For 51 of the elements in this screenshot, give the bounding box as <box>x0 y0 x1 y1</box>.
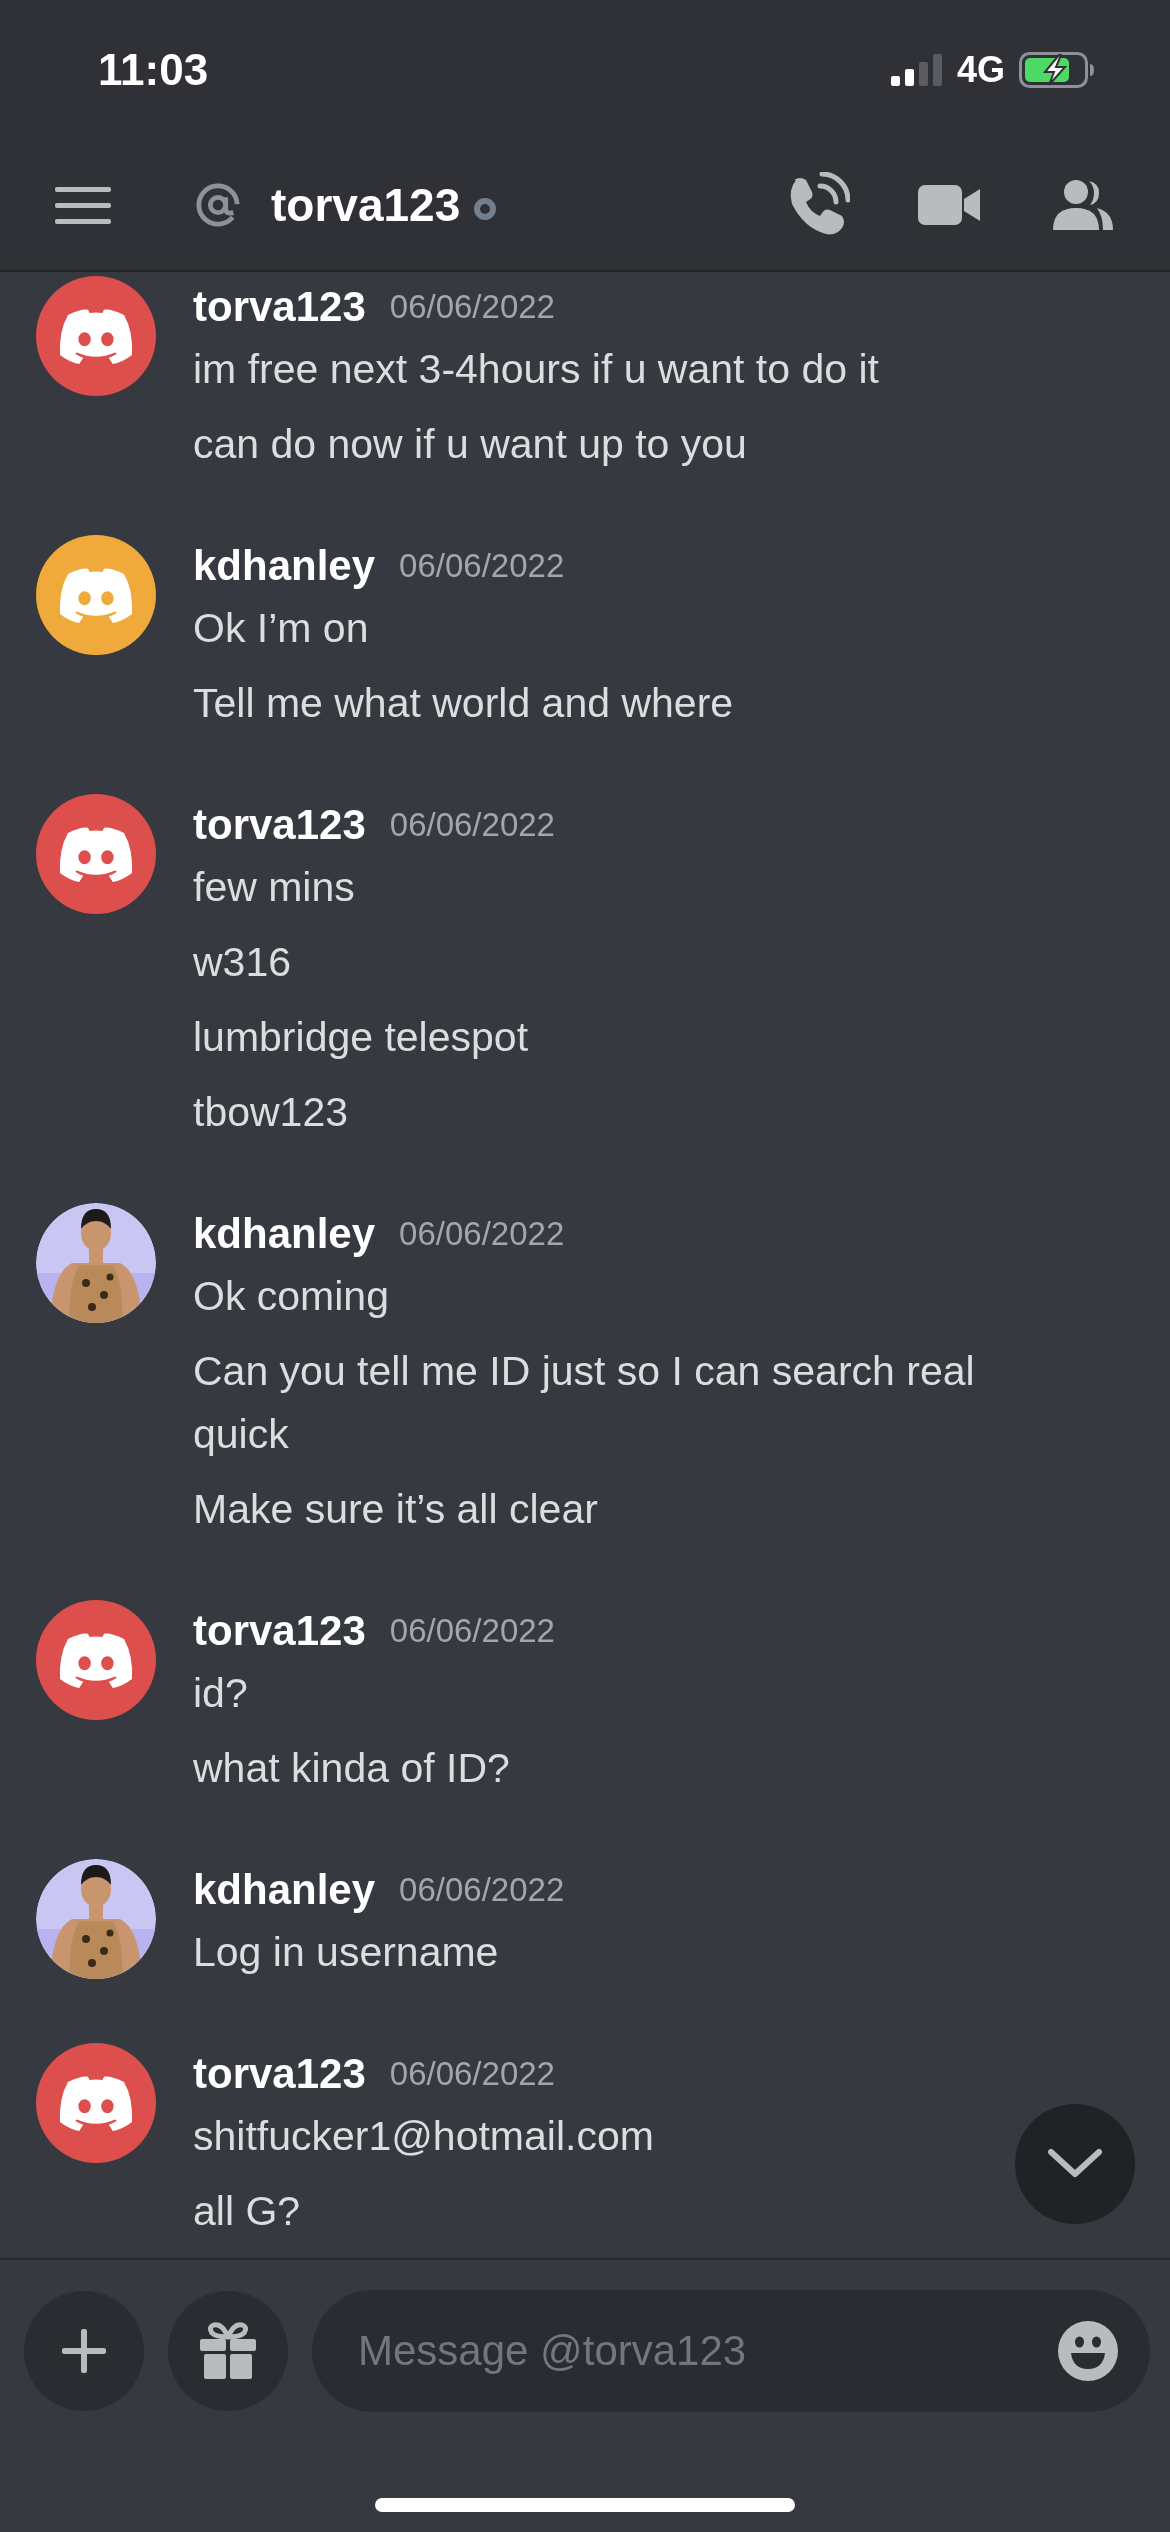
message-date: 06/06/2022 <box>389 2055 555 2093</box>
author-name[interactable]: torva123 <box>193 1607 366 1655</box>
message-text: id? <box>193 1669 249 1718</box>
message-text: shitfucker1@hotmail.com <box>193 2112 655 2161</box>
message-date: 06/06/2022 <box>389 806 555 844</box>
gamepad-icon <box>58 566 134 624</box>
message-text: can do now if u want up to you <box>193 420 748 469</box>
message-text: Ok I’m on <box>193 604 370 653</box>
message-text: few mins <box>193 863 356 912</box>
at-sign-icon <box>195 182 241 228</box>
message-field[interactable]: Message @torva123 <box>312 2290 1150 2412</box>
message-date: 06/06/2022 <box>389 288 555 326</box>
network-type: 4G <box>956 49 1005 91</box>
author-name[interactable]: torva123 <box>193 801 366 849</box>
author-name[interactable]: kdhanley <box>193 1210 376 1258</box>
plus-icon <box>62 2329 106 2373</box>
message-text: lumbridge telespot <box>193 1013 530 1062</box>
author-name[interactable]: torva123 <box>193 283 366 331</box>
gamepad-icon <box>58 307 134 365</box>
message-text: Can you tell me ID just so I can search real quick <box>193 1347 976 1459</box>
message-text: what kinda of ID? <box>193 1744 511 1793</box>
gamepad-icon <box>58 2074 134 2132</box>
message-text: w316 <box>193 938 292 987</box>
menu-icon <box>55 185 111 225</box>
message-text: Tell me what world and where <box>193 679 735 728</box>
channel-title: torva123 <box>271 178 461 232</box>
people-icon <box>1051 178 1115 232</box>
author-name[interactable]: kdhanley <box>193 1866 376 1914</box>
message-input[interactable]: Message @torva123 <box>356 2326 1058 2376</box>
clock-time: 11:03 <box>98 45 209 95</box>
gamepad-icon <box>58 825 134 883</box>
menu-button[interactable] <box>55 185 111 225</box>
video-camera-icon <box>918 183 982 227</box>
message-date: 06/06/2022 <box>399 1215 565 1253</box>
message-text: Make sure it’s all clear <box>193 1485 599 1534</box>
message-text: tbow123 <box>193 1088 349 1137</box>
author-name[interactable]: torva123 <box>193 2050 366 2098</box>
message-date: 06/06/2022 <box>399 547 565 585</box>
signal-icon <box>890 54 943 86</box>
gamepad-icon <box>58 1631 134 1689</box>
message-text: Log in username <box>193 1928 500 1977</box>
chevron-down-icon <box>1047 2148 1103 2180</box>
message-text: im free next 3-4hours if u want to do it <box>193 345 880 394</box>
battery-charging-icon <box>1019 52 1095 88</box>
emoji-icon[interactable] <box>1058 2321 1118 2381</box>
author-name[interactable]: kdhanley <box>193 542 376 590</box>
gift-icon <box>198 2321 258 2381</box>
message-date: 06/06/2022 <box>389 1612 555 1650</box>
message-text: Ok coming <box>193 1272 390 1321</box>
message-date: 06/06/2022 <box>399 1871 565 1909</box>
message-text: all G? <box>193 2187 302 2236</box>
